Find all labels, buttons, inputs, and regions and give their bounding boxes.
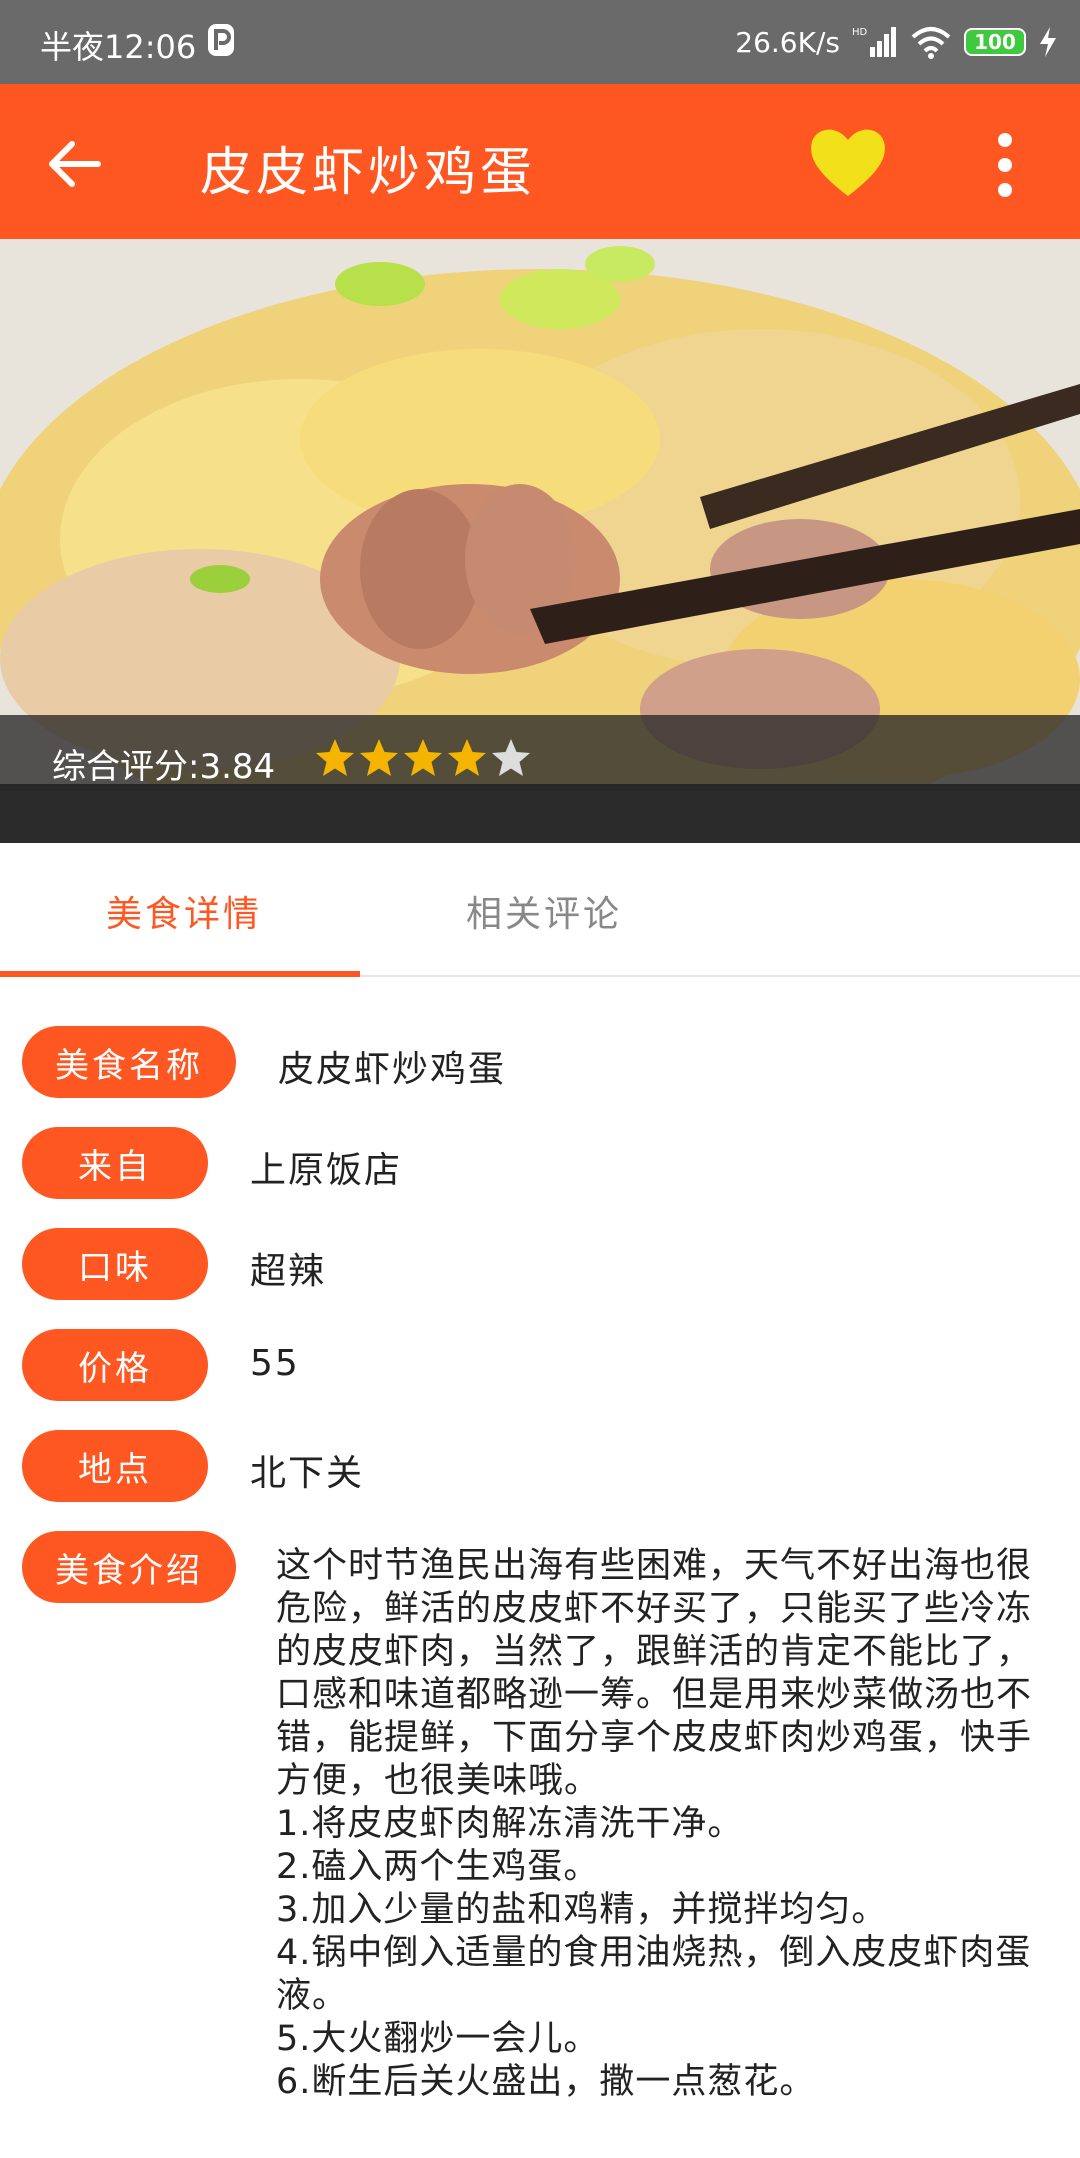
more-options-icon[interactable] — [980, 130, 1030, 200]
charging-icon — [1040, 27, 1056, 57]
star-empty-icon — [492, 739, 530, 776]
value-location: 北下关 — [250, 1453, 365, 1494]
battery-indicator: 100 — [964, 28, 1026, 56]
tab-indicator — [0, 971, 360, 977]
favorite-heart-icon[interactable] — [806, 120, 890, 204]
value-taste: 超辣 — [250, 1251, 327, 1292]
label-price: 价格 — [22, 1329, 208, 1401]
rating-stars — [314, 737, 532, 779]
parking-app-icon — [208, 24, 234, 56]
value-price: 55 — [250, 1343, 300, 1384]
wifi-icon — [911, 27, 951, 59]
rating-label: 综合评分: — [52, 747, 200, 787]
label-food-name: 美食名称 — [22, 1026, 236, 1098]
rating-overlay: 综合评分:3.84 — [0, 715, 1080, 791]
back-arrow-icon[interactable] — [40, 134, 110, 194]
signal-icon: HD — [852, 27, 896, 57]
status-bar: 半夜12:06 26.6K/s HD 100 — [0, 0, 1080, 84]
network-speed: 26.6K/s — [735, 25, 840, 59]
label-taste: 口味 — [22, 1228, 208, 1300]
tab-related-comments[interactable]: 相关评论 — [466, 885, 622, 937]
page-title: 皮皮虾炒鸡蛋 — [200, 143, 537, 203]
star-icon — [448, 739, 486, 776]
status-time: 半夜12:06 — [40, 28, 197, 66]
value-food-name: 皮皮虾炒鸡蛋 — [278, 1049, 507, 1090]
food-image-section: 综合评分:3.84 — [0, 239, 1080, 843]
label-location: 地点 — [22, 1430, 208, 1502]
food-photo — [0, 239, 1080, 784]
star-icon — [360, 739, 398, 776]
value-from: 上原饭店 — [250, 1150, 403, 1191]
label-intro: 美食介绍 — [22, 1531, 236, 1603]
rating-value: 3.84 — [199, 747, 276, 787]
tab-food-details[interactable]: 美食详情 — [106, 885, 262, 937]
star-icon — [316, 739, 354, 776]
star-icon — [404, 739, 442, 776]
food-intro-text: 这个时节渔民出海有些困难，天气不好出海也很危险，鲜活的皮皮虾不好买了，只能买了些… — [276, 1546, 1033, 2102]
status-right: 26.6K/s HD 100 — [735, 20, 1058, 64]
rating-text: 综合评分:3.84 — [52, 739, 275, 788]
app-bar: 皮皮虾炒鸡蛋 — [0, 84, 1080, 239]
tab-bar: 美食详情 相关评论 — [0, 843, 1080, 977]
svg-text:HD: HD — [852, 27, 868, 38]
label-from: 来自 — [22, 1127, 208, 1199]
